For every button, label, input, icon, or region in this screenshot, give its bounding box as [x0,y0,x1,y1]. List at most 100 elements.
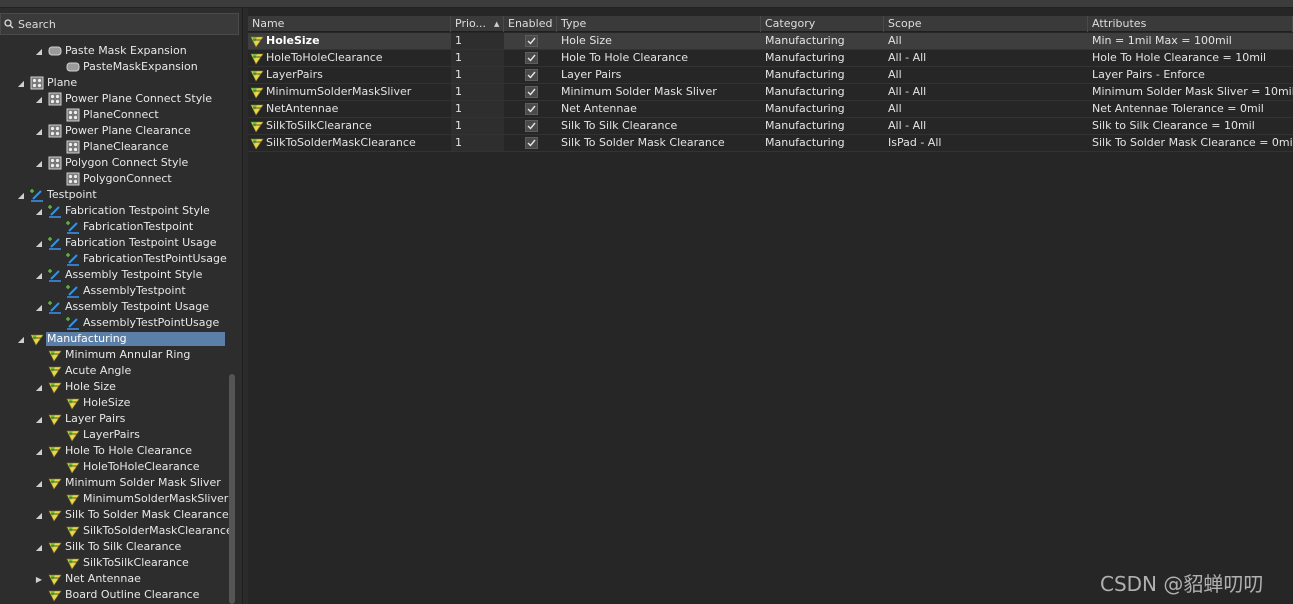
cell-priority[interactable]: 1 [451,118,504,134]
tree-item[interactable]: HoleSize [0,395,240,411]
tree-item-label: Paste Mask Expansion [65,44,187,57]
testpoint-icon [66,316,80,330]
table-row[interactable]: SilkToSilkClearance 1 Silk To Silk Clearan… [248,118,1293,135]
expand-arrow-icon[interactable]: ◢ [34,443,44,459]
column-header[interactable]: Name [248,16,451,32]
tree-item[interactable]: ◢ Testpoint [0,187,240,203]
tree-item[interactable]: MinimumSolderMaskSliver [0,491,240,507]
tree-item[interactable]: Minimum Annular Ring [0,347,240,363]
cell-priority[interactable]: 1 [451,50,504,66]
tree-item[interactable]: ◢ Fabrication Testpoint Usage [0,235,240,251]
tree-item[interactable]: ◢ Hole Size [0,379,240,395]
expand-arrow-icon[interactable]: ◢ [34,203,44,219]
expand-arrow-icon[interactable]: ◢ [34,379,44,395]
tree-item[interactable]: PolygonConnect [0,171,240,187]
expand-arrow-icon[interactable]: ◢ [34,507,44,523]
tree-item-label: Plane [47,76,78,89]
column-header[interactable]: Enabled [504,16,557,32]
expand-arrow-icon[interactable]: ◢ [34,155,44,171]
table-row[interactable]: HoleToHoleClearance 1 Hole To Hole Clearan… [248,50,1293,67]
tree-item[interactable]: SilkToSilkClearance [0,555,240,571]
enabled-checkbox[interactable] [525,52,538,64]
tree-item[interactable]: ◢ Power Plane Clearance [0,123,240,139]
tree-item[interactable]: ◢ Assembly Testpoint Usage [0,299,240,315]
cell-priority[interactable]: 1 [451,67,504,83]
expand-arrow-icon[interactable]: ◢ [34,235,44,251]
tree-item[interactable]: ◢ Plane [0,75,240,91]
column-header-label: Attributes [1092,17,1147,30]
expand-arrow-icon[interactable]: ◢ [34,123,44,139]
tree-item[interactable]: ◢ Fabrication Testpoint Style [0,203,240,219]
expand-arrow-icon[interactable]: ◢ [34,539,44,555]
checkmark-icon [527,54,536,62]
enabled-checkbox[interactable] [525,120,538,132]
tree-item[interactable]: FabricationTestpoint [0,219,240,235]
tree-item[interactable]: ◢ Layer Pairs [0,411,240,427]
column-header[interactable]: Category [761,16,884,32]
tree-item[interactable]: FabricationTestPointUsage [0,251,240,267]
plane-icon [66,108,80,122]
tree-item[interactable]: PlaneClearance [0,139,240,155]
cell-category: Manufacturing [765,34,845,47]
expand-arrow-icon[interactable]: ◢ [34,475,44,491]
enabled-checkbox[interactable] [525,103,538,115]
tree-item[interactable]: ◢ Minimum Solder Mask Sliver [0,475,240,491]
column-header[interactable]: Attributes [1088,16,1293,32]
expand-arrow-icon[interactable]: ◢ [16,331,26,347]
expand-arrow-icon[interactable]: ◢ [16,187,26,203]
table-row[interactable]: MinimumSolderMaskSliver 1 Minimum Solder M… [248,84,1293,101]
column-header[interactable]: Prio... ▲ [451,16,504,32]
tree-item[interactable]: AssemblyTestpoint [0,283,240,299]
tree-item[interactable]: ◢ Paste Mask Expansion [0,43,240,59]
cell-priority[interactable]: 1 [451,84,504,100]
table-row[interactable]: LayerPairs 1 Layer Pairs Manufacturing All La… [248,67,1293,84]
enabled-checkbox[interactable] [525,69,538,81]
table-row[interactable]: SilkToSolderMaskClearance 1 Silk To Solder… [248,135,1293,152]
cell-scope: All - All [888,51,927,64]
table-row[interactable]: NetAntennae 1 Net Antennae Manufacturing All… [248,101,1293,118]
expand-arrow-icon[interactable]: ◢ [34,43,44,59]
tree-item[interactable]: PasteMaskExpansion [0,59,240,75]
cell-name: SilkToSilkClearance [266,119,372,132]
tree-item[interactable]: ▶ Net Antennae [0,571,240,587]
tree-item[interactable]: HoleToHoleClearance [0,459,240,475]
cell-priority[interactable]: 1 [451,33,504,49]
tree-item[interactable]: ◢ Hole To Hole Clearance [0,443,240,459]
enabled-checkbox[interactable] [525,35,538,47]
cell-name: NetAntennae [266,102,339,115]
expand-arrow-icon[interactable]: ◢ [34,411,44,427]
window-top-bar [0,0,1293,8]
tree-item[interactable]: ◢ Silk To Silk Clearance [0,539,240,555]
tree-item[interactable]: ◢ Silk To Solder Mask Clearance [0,507,240,523]
tree-item-label: Testpoint [47,188,97,201]
tree-item[interactable]: ◢ Power Plane Connect Style [0,91,240,107]
tree-item[interactable]: ◢ Manufacturing [0,331,240,347]
checkmark-icon [527,37,536,45]
cell-priority[interactable]: 1 [451,135,504,151]
table-row[interactable]: HoleSize 1 Hole Size Manufacturing All Min = … [248,33,1293,50]
tree-item-label: Hole To Hole Clearance [65,444,193,457]
expand-arrow-icon[interactable]: ◢ [34,91,44,107]
tree-item[interactable]: PlaneConnect [0,107,240,123]
expand-arrow-icon[interactable]: ◢ [16,75,26,91]
tree-scrollbar[interactable] [229,374,235,604]
tree-item[interactable]: SilkToSolderMaskClearance [0,523,240,539]
tree-item-label: MinimumSolderMaskSliver [83,492,229,505]
expand-arrow-icon[interactable]: ◢ [34,267,44,283]
cell-priority[interactable]: 1 [451,101,504,117]
collapse-arrow-icon[interactable]: ▶ [34,571,44,587]
tree-item[interactable]: LayerPairs [0,427,240,443]
enabled-checkbox[interactable] [525,137,538,149]
tree-item[interactable]: ◢ Polygon Connect Style [0,155,240,171]
expand-arrow-icon[interactable]: ◢ [34,299,44,315]
tree-item-label: Power Plane Connect Style [65,92,213,105]
search-input[interactable]: Search [0,13,239,35]
tree-item[interactable]: Acute Angle [0,363,240,379]
tree-item[interactable]: AssemblyTestPointUsage [0,315,240,331]
checkmark-icon [527,105,536,113]
column-header[interactable]: Scope [884,16,1088,32]
tree-item[interactable]: ◢ Assembly Testpoint Style [0,267,240,283]
column-header[interactable]: Type [557,16,761,32]
enabled-checkbox[interactable] [525,86,538,98]
tree-item[interactable]: Board Outline Clearance [0,587,240,603]
